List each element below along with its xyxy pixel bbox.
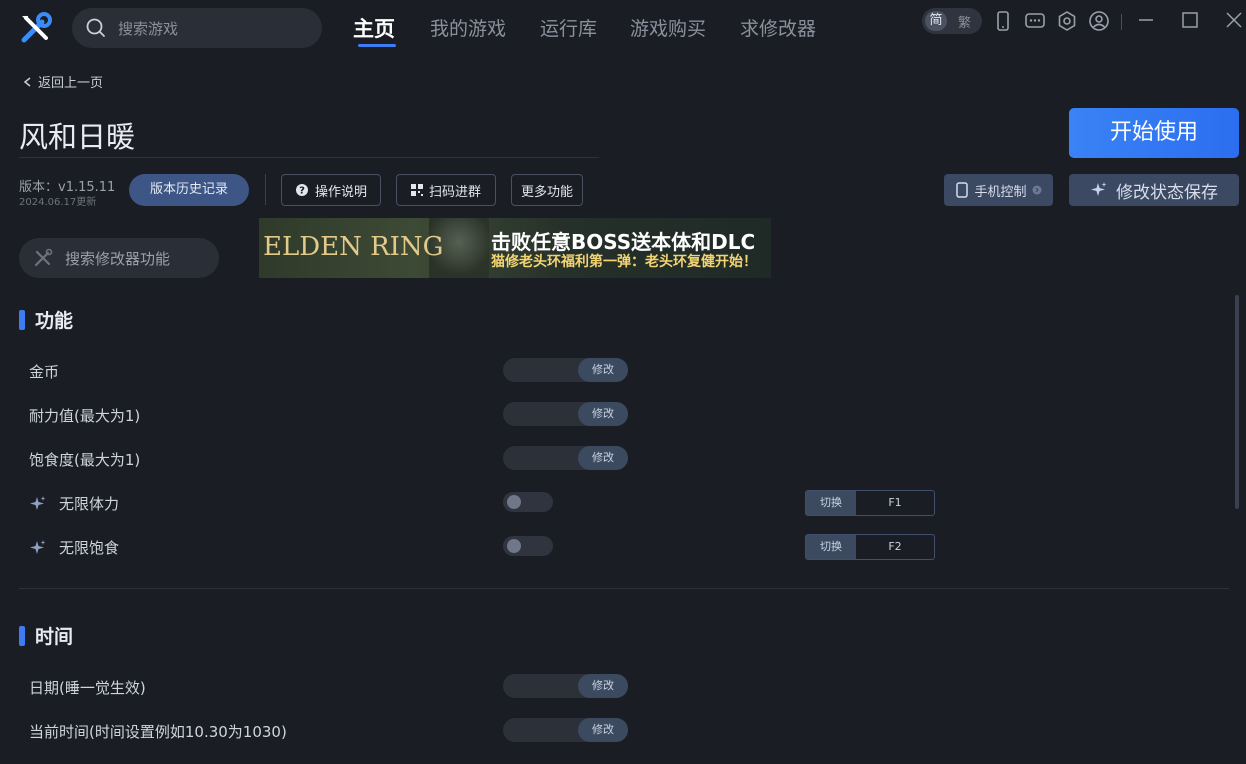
phone-control-button[interactable]: 手机控制 [944,174,1053,206]
feature-row-text: 无限饱食 [59,539,120,557]
save-state-button[interactable]: 修改状态保存 [1069,174,1239,206]
feature-row-label: 当前时间(时间设置例如10.30为1030) [29,723,287,741]
maximize-icon[interactable] [1178,8,1202,32]
version-date: 2024.06.17更新 [19,197,97,208]
nav-home[interactable]: 主页 [353,13,395,43]
hotkey-key[interactable]: F1 [856,491,934,515]
edit-field[interactable]: 修改 [503,402,628,426]
scan-join-label: 扫码进群 [428,184,481,200]
phone-icon [956,182,969,198]
promo-banner[interactable]: ELDEN RING 击败任意BOSS送本体和DLC 猫修老头环福利第一弹：老头… [259,218,771,278]
nav-runtime[interactable]: 运行库 [540,14,597,41]
toggle-switch[interactable] [503,492,553,512]
feature-row-label: 无限饱食 [29,537,119,558]
section-title-time: 时间 [19,622,73,649]
feature-search-input[interactable]: 搜索修改器功能 [19,238,219,278]
top-bar: 搜索游戏 主页 我的游戏 运行库 游戏购买 求修改器 简 繁 [0,0,1246,58]
chevron-left-icon [23,76,31,87]
nav-game-shop[interactable]: 游戏购买 [630,14,706,41]
hotkey-key[interactable]: F2 [856,535,934,559]
feature-row-label: 金币 [29,363,60,381]
nav-request-trainer[interactable]: 求修改器 [740,14,816,41]
more-features-button[interactable]: 更多功能 [511,174,583,206]
search-icon [86,18,105,37]
app-logo-icon[interactable] [18,12,52,46]
chevron-right-icon [1032,185,1041,195]
language-toggle[interactable]: 简 繁 [922,8,982,34]
lang-traditional[interactable]: 繁 [958,12,971,31]
edit-button[interactable]: 修改 [578,718,628,742]
guide-label: 操作说明 [314,184,367,200]
section-title-features: 功能 [19,306,73,333]
minimize-icon[interactable] [1134,8,1158,32]
hotkey-field[interactable]: 切换 F1 [805,490,935,516]
phone-control-label: 手机控制 [974,184,1027,200]
game-search-input[interactable]: 搜索游戏 [72,8,322,48]
toggle-knob [507,539,521,553]
title-divider [19,157,599,158]
edit-button[interactable]: 修改 [578,674,628,698]
nav-my-games[interactable]: 我的游戏 [430,14,506,41]
search-placeholder: 搜索游戏 [118,19,179,38]
edit-button[interactable]: 修改 [578,446,628,470]
hotkey-action: 切换 [806,491,856,515]
tools-icon [34,248,53,267]
feature-row-label: 饱食度(最大为1) [29,451,141,469]
edit-button[interactable]: 修改 [578,402,628,426]
feature-row-label: 无限体力 [29,493,119,514]
more-features-label: 更多功能 [520,184,573,200]
close-icon[interactable] [1222,8,1246,32]
feature-row-label: 耐力值(最大为1) [29,407,141,425]
user-icon[interactable] [1088,10,1110,32]
hotkey-action: 切换 [806,535,856,559]
section-title-text: 功能 [35,310,74,332]
lang-simplified[interactable]: 简 [925,11,947,31]
edit-field[interactable]: 修改 [503,358,628,382]
toolbar-divider [1121,14,1122,30]
save-state-label: 修改状态保存 [1116,182,1218,203]
toggle-knob [507,495,521,509]
start-button[interactable]: 开始使用 [1069,108,1239,158]
message-icon[interactable] [1024,10,1046,32]
feature-search-placeholder: 搜索修改器功能 [65,249,171,268]
section-title-text: 时间 [35,626,74,648]
help-icon: ? [295,184,308,197]
feature-row-label: 日期(睡一觉生效) [29,679,146,697]
sparkle-icon [1091,182,1107,196]
section-accent-bar [19,309,25,330]
section-divider [19,588,1229,589]
guide-button[interactable]: ? 操作说明 [281,174,381,206]
sparkle-icon [30,539,46,554]
svg-text:?: ? [299,186,305,197]
qrcode-icon [410,184,423,196]
banner-subline: 猫修老头环福利第一弹：老头环复健开始！ [491,254,757,270]
scan-join-button[interactable]: 扫码进群 [396,174,496,206]
edit-button[interactable]: 修改 [578,358,628,382]
back-label: 返回上一页 [38,76,104,91]
mobile-icon[interactable] [992,10,1014,32]
scrollbar[interactable] [1235,295,1239,509]
back-link[interactable]: 返回上一页 [22,72,103,91]
edit-field[interactable]: 修改 [503,674,628,698]
edit-field[interactable]: 修改 [503,446,628,470]
nav-active-indicator [358,44,396,47]
settings-icon[interactable] [1056,10,1078,32]
section-accent-bar [19,625,25,646]
edit-field[interactable]: 修改 [503,718,628,742]
version-history-button[interactable]: 版本历史记录 [129,174,249,206]
hotkey-field[interactable]: 切换 F2 [805,534,935,560]
feature-row-text: 无限体力 [59,495,120,513]
sparkle-icon [30,495,46,510]
page-title: 风和日暖 [19,120,136,154]
toolbar-separator [265,174,266,205]
banner-logo: ELDEN RING [263,232,444,262]
toggle-switch[interactable] [503,536,553,556]
